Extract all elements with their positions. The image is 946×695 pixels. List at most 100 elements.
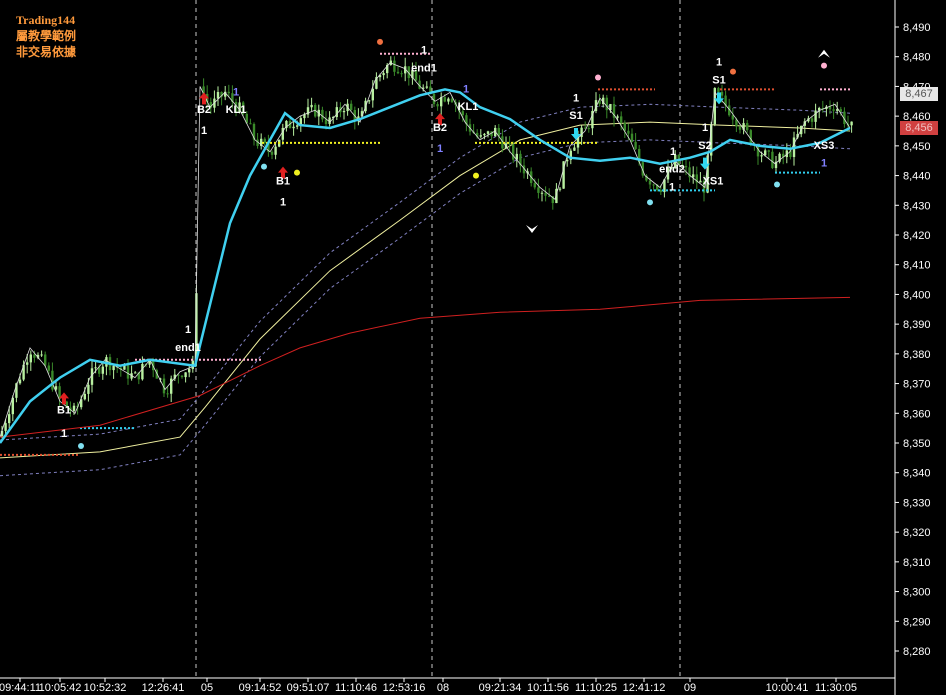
- candle-body: [540, 192, 544, 194]
- y-tick-label: 8,350: [903, 438, 931, 450]
- candle-body: [814, 110, 817, 122]
- y-tick-label: 8,310: [903, 557, 931, 569]
- signal-label: 1: [280, 196, 286, 208]
- signal-label: end1: [411, 63, 437, 75]
- candle-body: [634, 141, 637, 149]
- signal-label: 1: [233, 86, 239, 98]
- signal-label: 1: [463, 83, 469, 95]
- candle-body: [616, 116, 619, 118]
- candle-body: [771, 151, 774, 169]
- y-tick-label: 8,380: [903, 349, 931, 361]
- candle-body: [558, 188, 562, 190]
- candle-body: [587, 128, 590, 130]
- watermark-line2: 屬教學範例: [16, 29, 77, 43]
- candle-body: [44, 354, 47, 366]
- candle-body: [810, 118, 814, 122]
- candle-body: [371, 88, 374, 101]
- y-tick-label: 8,390: [903, 319, 931, 331]
- y-tick-label: 8,300: [903, 587, 931, 599]
- candle-body: [87, 384, 90, 394]
- candle-body: [180, 375, 184, 378]
- last-price-flag-gray: 8,467: [900, 87, 938, 101]
- candle-body: [627, 130, 630, 134]
- candle-body: [94, 367, 97, 369]
- candle-body: [184, 372, 187, 378]
- signal-label: S1: [712, 74, 725, 86]
- candle-body: [47, 365, 50, 371]
- candle-body: [717, 88, 720, 92]
- candle-body: [605, 97, 608, 111]
- candle-body: [141, 363, 144, 380]
- x-tick-label: 12:41:12: [623, 682, 666, 694]
- y-tick-label: 8,450: [903, 141, 931, 153]
- candle-body: [400, 73, 403, 75]
- y-tick-label: 8,420: [903, 230, 931, 242]
- candle-body: [648, 180, 652, 185]
- y-tick-label: 8,290: [903, 616, 931, 628]
- candle-body: [216, 92, 220, 99]
- signal-label: B1: [57, 404, 71, 416]
- candle-body: [368, 100, 371, 102]
- candle-body: [342, 111, 346, 113]
- candle-body: [767, 150, 770, 152]
- candle-body: [828, 106, 832, 110]
- price-chart[interactable]: B111end1B211KL1B111end1B211KL11S11end211…: [0, 0, 946, 695]
- candle-body: [72, 405, 76, 411]
- y-tick-label: 8,400: [903, 289, 931, 301]
- candle-body: [692, 174, 695, 178]
- signal-label: S1: [569, 110, 582, 122]
- x-tick-label: 12:53:16: [383, 682, 426, 694]
- signal-dot: [595, 74, 601, 81]
- candle-body: [4, 423, 7, 431]
- candle-body: [699, 180, 702, 183]
- candle-body: [18, 379, 22, 384]
- signal-label: 1: [61, 428, 67, 440]
- y-tick-label: 8,340: [903, 468, 931, 480]
- candle-body: [396, 71, 400, 74]
- signal-label: 1: [185, 324, 191, 336]
- y-tick-label: 8,320: [903, 527, 931, 539]
- candle-body: [292, 126, 295, 129]
- signal-dot: [78, 442, 84, 449]
- signal-dot: [294, 169, 300, 176]
- x-tick-label: 10:05:42: [39, 682, 82, 694]
- signal-dot: [774, 181, 780, 188]
- candle-body: [188, 368, 191, 373]
- signal-label: 1: [821, 158, 827, 170]
- candle-body: [270, 151, 274, 155]
- candle-body: [746, 123, 749, 131]
- candle-body: [720, 91, 724, 96]
- candle-body: [274, 146, 277, 155]
- candle-body: [166, 393, 169, 395]
- candle-body: [227, 91, 230, 94]
- signal-label: KL1: [458, 101, 479, 113]
- candle-body: [296, 125, 299, 127]
- candle-body: [447, 98, 450, 102]
- candle-body: [101, 366, 104, 374]
- signal-label: 1: [716, 57, 722, 69]
- signal-label: B2: [433, 122, 447, 134]
- candle-body: [436, 104, 439, 107]
- candle-body: [249, 123, 252, 125]
- candle-body: [134, 372, 137, 374]
- x-tick-label: 09:44:11: [0, 682, 41, 694]
- candle-body: [479, 135, 482, 137]
- signal-label: 1: [702, 122, 708, 134]
- y-tick-label: 8,490: [903, 22, 931, 34]
- signal-label: B2: [197, 104, 211, 116]
- x-tick-label: 05: [201, 682, 213, 694]
- y-tick-label: 8,480: [903, 52, 931, 64]
- candle-body: [8, 414, 11, 424]
- signal-label: XS3: [814, 140, 835, 152]
- signal-label: B1: [276, 175, 290, 187]
- signal-label: end2: [659, 164, 685, 176]
- signal-label: 1: [421, 45, 427, 57]
- signal-label: S2: [698, 140, 711, 152]
- candle-body: [483, 133, 486, 136]
- candle-body: [760, 155, 763, 157]
- signal-dot: [377, 38, 383, 45]
- candle-body: [40, 354, 43, 356]
- candle-body: [112, 365, 115, 371]
- candle-body: [382, 73, 385, 76]
- y-tick-label: 8,430: [903, 200, 931, 212]
